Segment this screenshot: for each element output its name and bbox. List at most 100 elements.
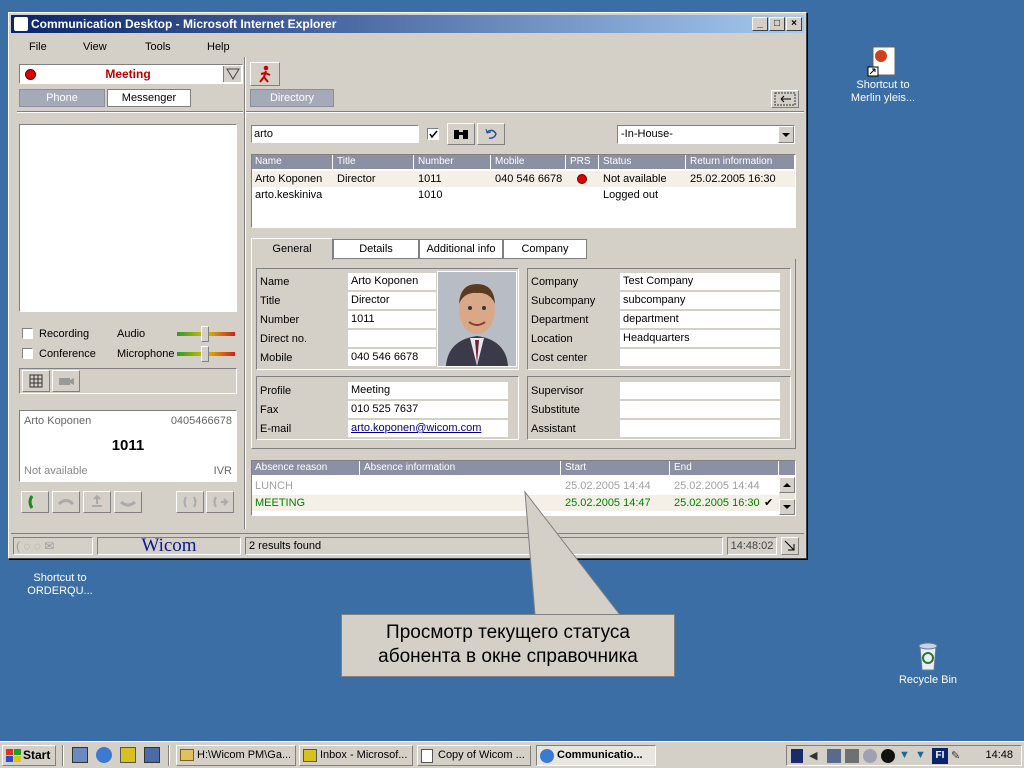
maximize-button[interactable]: □ xyxy=(769,17,785,31)
slider-handle[interactable] xyxy=(201,326,209,342)
desktop-icon-merlin[interactable]: Shortcut to Merlin yleis... xyxy=(843,45,923,105)
col-header-prs[interactable]: PRS xyxy=(567,155,599,169)
checkmark-icon: ✔ xyxy=(764,497,774,509)
tab-phone[interactable]: Phone xyxy=(19,89,105,107)
col-header-name[interactable]: Name xyxy=(252,155,333,169)
col-header-status[interactable]: Status xyxy=(600,155,686,169)
slider-handle[interactable] xyxy=(201,346,209,362)
language-indicator[interactable]: FI xyxy=(932,748,948,764)
outlook-quicklaunch-icon[interactable] xyxy=(120,747,136,763)
funnel-icon[interactable]: ▼ xyxy=(899,749,913,763)
show-desktop-icon[interactable] xyxy=(72,747,88,763)
conference-call-button[interactable] xyxy=(176,491,204,513)
chevron-down-icon[interactable] xyxy=(778,126,794,143)
search-button[interactable] xyxy=(447,123,475,145)
search-checkbox[interactable] xyxy=(427,128,439,140)
camera-icon xyxy=(59,378,74,385)
reset-button[interactable] xyxy=(477,123,505,145)
desktop-icon-orderqu[interactable]: Shortcut to ORDERQU... xyxy=(20,560,100,598)
start-label: Start xyxy=(23,748,51,762)
status-message: 2 results found xyxy=(245,537,723,555)
hangup-button[interactable] xyxy=(52,491,80,513)
caller-phone: 0405466678 xyxy=(170,415,232,427)
audio-slider[interactable] xyxy=(177,326,235,342)
field-label-email: E-mail xyxy=(260,423,292,435)
start-button[interactable]: Start xyxy=(2,745,56,766)
messenger-area[interactable] xyxy=(19,124,237,312)
tab-company[interactable]: Company xyxy=(503,239,587,259)
filter-icon[interactable]: ▼ xyxy=(915,749,929,763)
task-button-communication[interactable]: Communicatio... xyxy=(536,745,656,766)
caller-name: Arto Koponen xyxy=(24,415,92,427)
shield-icon[interactable] xyxy=(791,749,803,763)
col-header-absence-info[interactable]: Absence information xyxy=(361,461,561,475)
answer-button[interactable] xyxy=(21,491,49,513)
desktop-icon-label: Shortcut to ORDERQU... xyxy=(27,572,93,597)
col-header-end[interactable]: End xyxy=(671,461,779,475)
hold-button[interactable] xyxy=(114,491,142,513)
tab-details[interactable]: Details xyxy=(333,239,419,259)
task-button-inbox[interactable]: Inbox - Microsof... xyxy=(299,745,413,766)
tab-directory[interactable]: Directory xyxy=(250,89,334,107)
col-header-mobile[interactable]: Mobile xyxy=(492,155,566,169)
forward-call-button[interactable] xyxy=(206,491,234,513)
desktop-icon-recycle-bin[interactable]: Recycle Bin xyxy=(888,640,968,687)
menu-tools[interactable]: Tools xyxy=(145,41,171,53)
transfer-button[interactable] xyxy=(83,491,111,513)
title-bar[interactable]: Communication Desktop - Microsoft Intern… xyxy=(11,15,804,33)
video-button[interactable] xyxy=(52,370,80,392)
tab-additional-info[interactable]: Additional info xyxy=(419,239,503,259)
location-value: Headquarters xyxy=(620,330,780,347)
volume-icon[interactable]: ◀ xyxy=(809,749,821,763)
profile-select[interactable]: Meeting xyxy=(19,64,243,84)
location-value: -In-House- xyxy=(621,128,673,140)
close-button[interactable]: × xyxy=(786,17,802,31)
caller-number: 1011 xyxy=(111,437,145,454)
monitor-icon[interactable] xyxy=(845,749,859,763)
email-link[interactable]: arto.koponen@wicom.com xyxy=(348,420,508,437)
scroll-up-icon[interactable] xyxy=(779,477,795,493)
search-input[interactable] xyxy=(251,125,419,143)
table-row[interactable]: Arto Koponen Director 1011 040 546 6678 … xyxy=(252,171,795,187)
absence-row[interactable]: LUNCH 25.02.2005 14:44 25.02.2005 14:44 xyxy=(252,478,779,494)
pen-icon[interactable]: ✎ xyxy=(951,749,965,763)
keypad-button[interactable] xyxy=(22,370,50,392)
table-row[interactable]: arto.keskiniva 1010 Logged out xyxy=(252,187,795,203)
col-header-start[interactable]: Start xyxy=(562,461,670,475)
tab-messenger[interactable]: Messenger xyxy=(107,89,191,107)
ie-window: Communication Desktop - Microsoft Intern… xyxy=(8,12,807,559)
menu-view[interactable]: View xyxy=(83,41,107,53)
document-icon xyxy=(421,749,433,763)
resize-icon[interactable] xyxy=(781,537,799,555)
clock-icon[interactable] xyxy=(863,749,877,763)
chevron-down-icon[interactable] xyxy=(223,66,241,82)
recording-checkbox[interactable] xyxy=(22,328,33,339)
col-header-absence-reason[interactable]: Absence reason xyxy=(252,461,360,475)
col-header-number[interactable]: Number xyxy=(415,155,491,169)
absence-reason: LUNCH xyxy=(255,480,293,492)
microphone-slider[interactable] xyxy=(177,346,235,362)
task-button-folder[interactable]: H:\Wicom PM\Ga... xyxy=(176,745,296,766)
menu-file[interactable]: File xyxy=(29,41,47,53)
menu-help[interactable]: Help xyxy=(207,41,230,53)
field-label-direct: Direct no. xyxy=(260,333,308,345)
minimize-button[interactable]: _ xyxy=(752,17,768,31)
tab-general[interactable]: General xyxy=(251,238,333,260)
col-header-title[interactable]: Title xyxy=(334,155,414,169)
presence-button[interactable] xyxy=(250,62,280,86)
avatar xyxy=(437,271,517,367)
callout-pointer xyxy=(524,490,622,616)
absence-scrollbar[interactable] xyxy=(779,477,795,515)
network-icon[interactable] xyxy=(827,749,841,763)
app-quicklaunch-icon[interactable] xyxy=(144,747,160,763)
location-select[interactable]: -In-House- xyxy=(617,125,795,144)
moon-icon[interactable] xyxy=(881,749,895,763)
task-button-copy[interactable]: Copy of Wicom ... xyxy=(417,745,531,766)
col-header-return[interactable]: Return information xyxy=(687,155,795,169)
undock-button[interactable] xyxy=(771,90,799,108)
conference-checkbox[interactable] xyxy=(22,348,33,359)
scroll-down-icon[interactable] xyxy=(779,499,795,515)
ie-quicklaunch-icon[interactable] xyxy=(96,747,112,763)
task-label: Copy of Wicom ... xyxy=(438,749,525,761)
absence-row[interactable]: MEETING 25.02.2005 14:47 25.02.2005 16:3… xyxy=(252,495,779,511)
